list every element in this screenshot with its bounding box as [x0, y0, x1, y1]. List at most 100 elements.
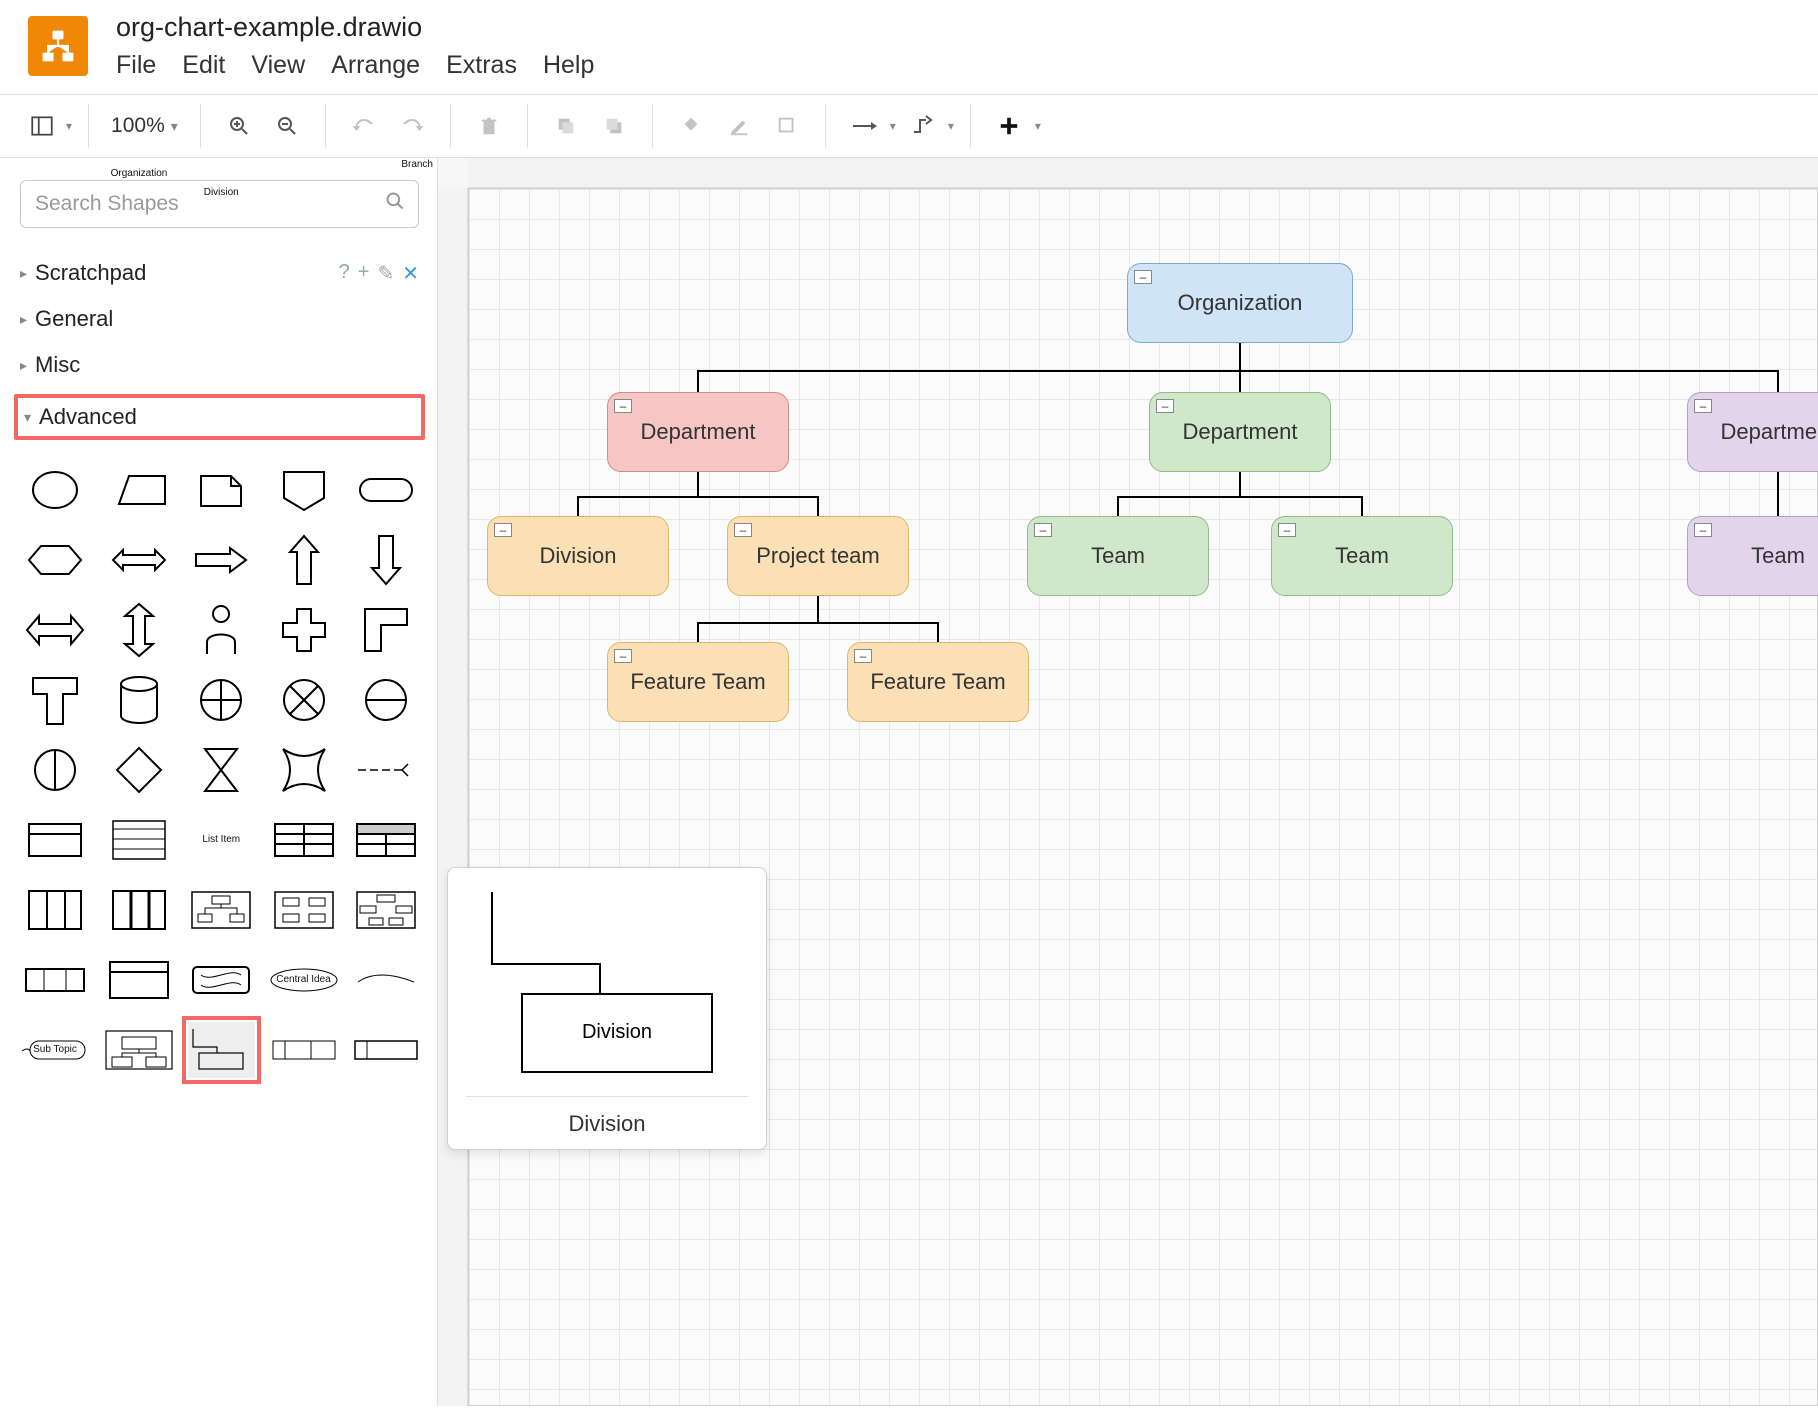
menu-help[interactable]: Help: [543, 51, 594, 80]
caret-down-icon[interactable]: ▾: [890, 119, 896, 133]
plus-icon[interactable]: +: [358, 261, 370, 286]
caret-down-icon[interactable]: ▾: [1035, 119, 1041, 133]
node-organization[interactable]: – Organization: [1127, 263, 1353, 343]
shape-sections[interactable]: [20, 952, 90, 1008]
connector[interactable]: [1239, 370, 1241, 392]
connector[interactable]: [697, 370, 699, 392]
connector[interactable]: [1777, 370, 1779, 392]
shape-sub-topic[interactable]: Sub Topic: [20, 1022, 90, 1078]
connector[interactable]: [1117, 496, 1119, 516]
help-icon[interactable]: ?: [339, 261, 350, 286]
collapse-icon[interactable]: –: [854, 649, 872, 663]
search-icon[interactable]: [385, 191, 405, 217]
shape-person[interactable]: [188, 602, 255, 658]
fill-color-button[interactable]: [669, 104, 713, 148]
node-team-2[interactable]: – Team: [1271, 516, 1453, 596]
shape-branch[interactable]: Branch: [353, 952, 420, 1008]
shape-hierarchy-2[interactable]: [269, 882, 339, 938]
insert-button[interactable]: [987, 104, 1031, 148]
connector[interactable]: [697, 622, 699, 642]
connector[interactable]: [817, 596, 819, 622]
undo-button[interactable]: [342, 104, 386, 148]
node-department-1[interactable]: – Department: [607, 392, 789, 472]
node-department-3[interactable]: – Department: [1687, 392, 1818, 472]
waypoint-button[interactable]: [900, 104, 944, 148]
shape-hierarchy-3[interactable]: [353, 882, 420, 938]
section-scratchpad[interactable]: ▸Scratchpad ? + ✎ ✕: [20, 250, 419, 296]
menu-edit[interactable]: Edit: [182, 51, 225, 80]
shape-half-circle-v[interactable]: [20, 742, 90, 798]
to-front-button[interactable]: [544, 104, 588, 148]
caret-down-icon[interactable]: ▾: [66, 119, 72, 133]
node-feature-team-1[interactable]: – Feature Team: [607, 642, 789, 722]
collapse-icon[interactable]: –: [734, 523, 752, 537]
connector[interactable]: [577, 496, 579, 516]
to-back-button[interactable]: [592, 104, 636, 148]
line-color-button[interactable]: [717, 104, 761, 148]
connector[interactable]: [697, 472, 699, 496]
node-department-2[interactable]: – Department: [1149, 392, 1331, 472]
shape-dbl-arrow-v[interactable]: [104, 602, 174, 658]
connector[interactable]: [817, 496, 819, 516]
delete-button[interactable]: [467, 104, 511, 148]
connector[interactable]: [697, 622, 939, 624]
zoom-out-button[interactable]: [265, 104, 309, 148]
shape-list-item[interactable]: List Item: [188, 812, 255, 868]
connector[interactable]: [1117, 496, 1363, 498]
shape-half-circle[interactable]: [353, 672, 420, 728]
connection-button[interactable]: [842, 104, 886, 148]
connector[interactable]: [1239, 472, 1241, 496]
shape-up-arrow[interactable]: [269, 532, 339, 588]
shadow-button[interactable]: [765, 104, 809, 148]
collapse-icon[interactable]: –: [614, 399, 632, 413]
menu-arrange[interactable]: Arrange: [331, 51, 420, 80]
section-misc[interactable]: ▸Misc: [20, 342, 419, 388]
shape-card[interactable]: [20, 812, 90, 868]
collapse-icon[interactable]: –: [1694, 523, 1712, 537]
shape-hierarchy[interactable]: [188, 882, 255, 938]
shape-division[interactable]: Division: [188, 1022, 255, 1078]
connector[interactable]: [1777, 472, 1779, 516]
shape-columns[interactable]: [20, 882, 90, 938]
collapse-icon[interactable]: –: [1034, 523, 1052, 537]
shape-table[interactable]: [269, 812, 339, 868]
collapse-icon[interactable]: –: [1694, 399, 1712, 413]
shape-offpage[interactable]: [269, 462, 339, 518]
connector[interactable]: [1361, 496, 1363, 516]
zoom-in-button[interactable]: [217, 104, 261, 148]
collapse-icon[interactable]: –: [1278, 523, 1296, 537]
shape-central-idea[interactable]: Central Idea: [269, 952, 339, 1008]
shape-dbl-arrow-h[interactable]: [20, 602, 90, 658]
connector[interactable]: [937, 622, 939, 642]
shape-corner[interactable]: [353, 602, 420, 658]
shape-x-circle[interactable]: [269, 672, 339, 728]
collapse-icon[interactable]: –: [494, 523, 512, 537]
shape-double-arrow[interactable]: [104, 532, 174, 588]
shape-plus[interactable]: [269, 602, 339, 658]
shape-ellipse[interactable]: [20, 462, 90, 518]
connector[interactable]: [1239, 342, 1241, 370]
canvas[interactable]: – Organization – Department – Department…: [468, 188, 1818, 1406]
connector[interactable]: [577, 496, 819, 498]
shape-down-arrow[interactable]: [353, 532, 420, 588]
file-title[interactable]: org-chart-example.drawio: [116, 12, 594, 43]
collapse-icon[interactable]: –: [1134, 270, 1152, 284]
close-icon[interactable]: ✕: [402, 261, 419, 286]
shape-browser[interactable]: [104, 952, 174, 1008]
node-team-3[interactable]: – Team: [1687, 516, 1818, 596]
section-advanced[interactable]: ▾Advanced: [14, 394, 425, 440]
shape-server[interactable]: [188, 952, 255, 1008]
shape-list[interactable]: [104, 812, 174, 868]
shape-wide-box[interactable]: [353, 1022, 420, 1078]
shape-flow-arrow[interactable]: [353, 742, 420, 798]
caret-down-icon[interactable]: ▾: [948, 119, 954, 133]
shape-organization[interactable]: Organization: [104, 1022, 174, 1078]
shape-stadium[interactable]: [353, 462, 420, 518]
node-feature-team-2[interactable]: – Feature Team: [847, 642, 1029, 722]
shape-swimlane[interactable]: [269, 1022, 339, 1078]
shape-diamond[interactable]: [104, 742, 174, 798]
shape-right-arrow[interactable]: [188, 532, 255, 588]
menu-extras[interactable]: Extras: [446, 51, 517, 80]
node-division[interactable]: – Division: [487, 516, 669, 596]
shape-hexagon[interactable]: [20, 532, 90, 588]
